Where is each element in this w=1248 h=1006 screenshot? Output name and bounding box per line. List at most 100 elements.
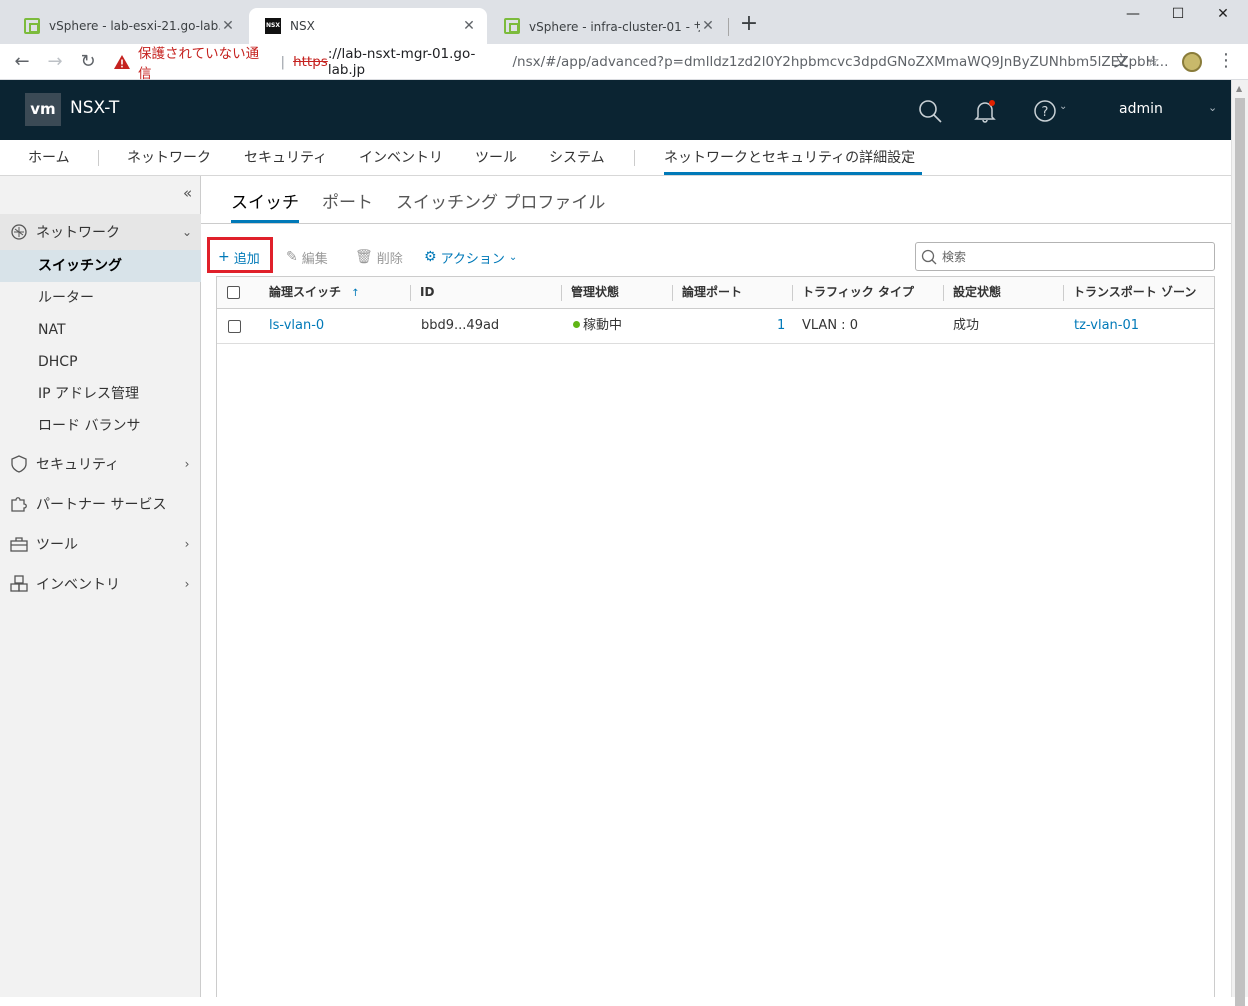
row-select-checkbox[interactable]: [228, 320, 241, 333]
shield-icon: [11, 455, 27, 473]
column-header-id[interactable]: ID: [420, 277, 434, 309]
edit-label: 編集: [301, 251, 328, 267]
browser-tab-nsx[interactable]: NSX NSX ✕: [249, 8, 487, 44]
collapse-sidebar-icon[interactable]: «: [183, 184, 192, 202]
sidebar-item-routers[interactable]: ルーター: [0, 282, 201, 314]
reload-button[interactable]: ↻: [76, 50, 100, 74]
gear-icon: ⚙: [424, 249, 437, 265]
column-header-logical-ports[interactable]: 論理ポート: [682, 277, 742, 309]
minimize-button[interactable]: —: [1110, 6, 1156, 26]
edit-button[interactable]: ✎ 編集: [286, 244, 328, 270]
vsphere-icon: [504, 18, 520, 34]
column-header-admin-state[interactable]: 管理状態: [571, 277, 619, 309]
close-tab-icon[interactable]: ✕: [220, 18, 236, 34]
vsphere-icon: [24, 18, 40, 34]
user-menu[interactable]: admin: [1119, 101, 1163, 117]
close-tab-icon[interactable]: ✕: [461, 18, 477, 34]
column-divider[interactable]: [672, 285, 673, 301]
nav-advanced-networking-security[interactable]: ネットワークとセキュリティの詳細設定: [664, 140, 922, 175]
sidebar-item-ipam[interactable]: IP アドレス管理: [0, 378, 201, 410]
browser-tab-vsphere-cluster[interactable]: vSphere - infra-cluster-01 - サマリ ✕: [488, 8, 726, 44]
browser-tab-vsphere-esxi[interactable]: vSphere - lab-esxi-21.go-lab.jp - ✕: [8, 8, 246, 44]
tab-switching-profiles[interactable]: スイッチング プロファイル: [396, 188, 605, 223]
add-button-highlight: [207, 237, 273, 273]
nav-security[interactable]: セキュリティ: [244, 140, 327, 175]
table-header: 論理スイッチ ↑ ID 管理状態 論理ポート トラフィック タイプ 設定状態 ト…: [217, 277, 1214, 309]
sidebar-item-nat[interactable]: NAT: [0, 314, 201, 346]
maximize-button[interactable]: ☐: [1155, 6, 1201, 26]
select-all-checkbox[interactable]: [227, 286, 240, 299]
page-scrollbar[interactable]: ▲: [1231, 80, 1248, 1006]
nav-networking[interactable]: ネットワーク: [127, 140, 211, 175]
column-header-logical-switch[interactable]: 論理スイッチ ↑: [269, 277, 360, 309]
window-close-button[interactable]: ✕: [1200, 6, 1246, 26]
column-divider[interactable]: [410, 285, 411, 301]
actions-dropdown[interactable]: ⚙ アクション ⌄: [424, 244, 517, 270]
column-divider[interactable]: [1063, 285, 1064, 301]
transport-zone-link[interactable]: tz-vlan-01: [1074, 309, 1139, 343]
help-icon[interactable]: ?: [1033, 99, 1057, 123]
delete-button[interactable]: 🗑 削除: [355, 244, 403, 270]
close-tab-icon[interactable]: ✕: [700, 18, 716, 34]
column-divider[interactable]: [943, 285, 944, 301]
tab-switches[interactable]: スイッチ: [231, 188, 299, 223]
chevron-right-icon: ›: [184, 577, 190, 591]
chevron-down-icon[interactable]: ⌄: [1208, 101, 1217, 114]
sidebar-group-label: パートナー サービス: [36, 497, 167, 513]
sidebar-group-label: ネットワーク: [36, 225, 120, 241]
chevron-down-icon: ⌄: [181, 225, 193, 239]
new-tab-button[interactable]: +: [738, 13, 760, 36]
nsx-icon: NSX: [265, 18, 281, 34]
switches-table: 論理スイッチ ↑ ID 管理状態 論理ポート トラフィック タイプ 設定状態 ト…: [216, 276, 1215, 997]
bookmark-star-icon[interactable]: ☆: [1144, 52, 1162, 70]
translate-icon[interactable]: 文: [1112, 52, 1130, 70]
sidebar-group-partner-services[interactable]: パートナー サービス: [0, 486, 201, 522]
address-bar[interactable]: 保護されていない通信 | https ://lab-nsxt-mgr-01.go…: [108, 46, 1168, 82]
scroll-thumb[interactable]: [1235, 98, 1245, 1006]
logical-switch-link[interactable]: ls-vlan-0: [269, 309, 324, 343]
nav-divider: [98, 150, 99, 166]
status-up-icon: [573, 321, 580, 328]
sidebar-group-tools[interactable]: ツール ›: [0, 526, 201, 562]
url-host: ://lab-nsxt-mgr-01.go-lab.jp: [327, 46, 476, 78]
logical-ports-link[interactable]: 1: [777, 309, 785, 343]
nav-home[interactable]: ホーム: [28, 140, 70, 175]
column-divider[interactable]: [792, 285, 793, 301]
sidebar-group-label: インベントリ: [36, 577, 120, 593]
search-box[interactable]: [915, 242, 1215, 271]
delete-label: 削除: [376, 251, 403, 267]
nav-system[interactable]: システム: [549, 140, 605, 175]
warning-icon[interactable]: [114, 55, 130, 69]
chevron-right-icon: ›: [184, 537, 190, 551]
search-icon[interactable]: [918, 99, 942, 123]
sidebar-group-networking[interactable]: ネットワーク ⌄: [0, 214, 201, 250]
tab-title: vSphere - infra-cluster-01 - サマリ: [529, 19, 700, 34]
omnibox-divider: |: [280, 54, 286, 70]
sidebar-group-inventory[interactable]: インベントリ ›: [0, 566, 201, 602]
help-caret-icon[interactable]: ⌄: [1059, 101, 1067, 112]
nav-inventory[interactable]: インベントリ: [359, 140, 443, 175]
browser-menu-icon[interactable]: ⋮: [1216, 50, 1236, 74]
sidebar-item-dhcp[interactable]: DHCP: [0, 346, 201, 378]
tab-divider: [728, 18, 729, 36]
column-header-transport-zone[interactable]: トランスポート ゾーン: [1073, 277, 1196, 309]
sidebar-group-security[interactable]: セキュリティ ›: [0, 446, 201, 482]
notification-bell-icon[interactable]: [973, 99, 997, 123]
profile-avatar[interactable]: [1182, 52, 1202, 72]
back-button[interactable]: ←: [10, 50, 34, 74]
table-row[interactable]: ls-vlan-0 bbd9...49ad 稼動中 1 VLAN : 0 成功 …: [217, 309, 1214, 344]
sidebar-item-load-balancer[interactable]: ロード バランサ: [0, 410, 201, 442]
content-tabs: スイッチ ポート スイッチング プロファイル: [201, 176, 1231, 224]
forward-button[interactable]: →: [43, 50, 67, 74]
switch-id: bbd9...49ad: [421, 318, 500, 333]
sort-ascending-icon: ↑: [351, 288, 360, 299]
sidebar-group-label: ツール: [36, 537, 78, 553]
column-divider[interactable]: [561, 285, 562, 301]
column-header-config-state[interactable]: 設定状態: [953, 277, 1001, 309]
tab-ports[interactable]: ポート: [322, 188, 373, 223]
scroll-up-arrow[interactable]: ▲: [1236, 84, 1242, 93]
search-input[interactable]: [942, 247, 1202, 267]
sidebar-item-switching[interactable]: スイッチング: [0, 250, 201, 282]
nav-tools[interactable]: ツール: [475, 140, 517, 175]
column-header-traffic-type[interactable]: トラフィック タイプ: [802, 277, 914, 309]
